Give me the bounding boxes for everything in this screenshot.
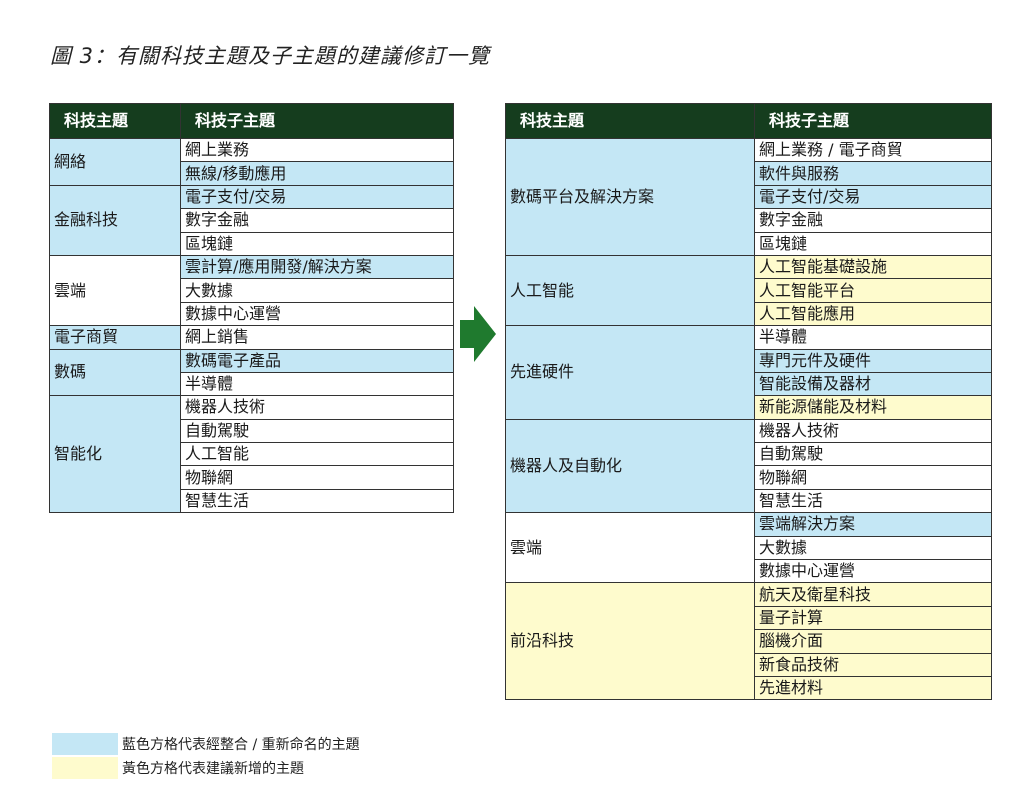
subtheme-cell: 區塊鏈 xyxy=(754,231,992,256)
subtheme-cell: 物聯網 xyxy=(754,465,992,490)
theme-cell: 電子商貿 xyxy=(49,325,181,350)
table-row: 網絡 網上業務 xyxy=(49,137,454,186)
subtheme-cell: 智慧生活 xyxy=(180,488,454,514)
header-subtheme: 科技子主題 xyxy=(754,103,992,139)
subtheme-cell: 數字金融 xyxy=(180,208,454,233)
legend-swatch-yellow xyxy=(52,757,118,779)
subtheme-cell: 軟件與服務 xyxy=(754,161,992,186)
header-subtheme: 科技子主題 xyxy=(180,103,454,139)
theme-cell: 前沿科技 xyxy=(505,582,755,701)
subtheme-cell: 先進材料 xyxy=(754,675,992,701)
table-row: 數碼 數碼電子產品 xyxy=(49,348,454,397)
theme-cell: 先進硬件 xyxy=(505,325,755,420)
subtheme-cell: 新食品技術 xyxy=(754,652,992,677)
table-row: 人工智能 人工智能基礎設施 xyxy=(505,254,992,327)
subtheme-cell: 大數據 xyxy=(180,278,454,303)
theme-cell: 數碼平台及解決方案 xyxy=(505,138,755,256)
current-topics-table: 科技主題 科技子主題 網絡 網上業務 無線/移動應用 金融科技 電子支付/交易 數字金融區… xyxy=(49,103,454,514)
subtheme-cell: 數據中心運營 xyxy=(754,559,992,584)
subtheme-cell: 雲計算/應用開發/解決方案 xyxy=(180,254,454,280)
table-header-row: 科技主題 科技子主題 xyxy=(505,103,992,139)
subtheme-cell: 電子支付/交易 xyxy=(754,184,992,210)
theme-cell: 人工智能 xyxy=(505,254,755,327)
subtheme-cell: 數碼電子產品 xyxy=(180,348,454,373)
subtheme-cell: 智能設備及器材 xyxy=(754,371,992,397)
figure-title: 圖 3：有關科技主題及子主題的建議修訂一覽 xyxy=(50,44,491,68)
table-row: 機器人及自動化 機器人技術 xyxy=(505,418,992,514)
subtheme-cell: 航天及衛星科技 xyxy=(754,582,992,607)
subtheme-cell: 網上業務 xyxy=(180,137,454,163)
header-theme: 科技主題 xyxy=(49,103,181,139)
legend-text: 黃色方格代表建議新增的主題 xyxy=(122,761,304,777)
subtheme-cell: 人工智能應用 xyxy=(754,301,992,327)
table-row: 數碼平台及解決方案 網上業務 / 電子商貿 xyxy=(505,137,992,256)
theme-cell: 機器人及自動化 xyxy=(505,418,755,514)
subtheme-cell: 區塊鏈 xyxy=(180,231,454,256)
subtheme-cell: 半導體 xyxy=(180,371,454,397)
theme-cell: 智能化 xyxy=(49,395,181,514)
theme-cell: 金融科技 xyxy=(49,184,181,256)
subtheme-cell: 半導體 xyxy=(754,325,992,350)
theme-cell: 雲端 xyxy=(505,512,755,584)
subtheme-cell: 人工智能基礎設施 xyxy=(754,254,992,280)
header-theme: 科技主題 xyxy=(505,103,755,139)
theme-cell: 數碼 xyxy=(49,348,181,397)
subtheme-cell: 數字金融 xyxy=(754,208,992,233)
subtheme-cell: 量子計算 xyxy=(754,605,992,631)
subtheme-cell: 機器人技術 xyxy=(754,418,992,444)
table-row: 智能化 機器人技術 xyxy=(49,395,454,514)
legend: 藍色方格代表經整合 / 重新命名的主題 黃色方格代表建議新增的主題 xyxy=(52,733,360,781)
subtheme-cell: 自動駕駛 xyxy=(754,442,992,467)
theme-cell: 雲端 xyxy=(49,254,181,327)
subtheme-cell: 智慧生活 xyxy=(754,488,992,514)
legend-item-blue: 藍色方格代表經整合 / 重新命名的主題 xyxy=(52,733,360,755)
subtheme-cell: 腦機介面 xyxy=(754,629,992,654)
legend-text: 藍色方格代表經整合 / 重新命名的主題 xyxy=(122,737,360,753)
arrow-right-icon xyxy=(460,306,496,362)
theme-cell: 網絡 xyxy=(49,138,181,186)
subtheme-cell: 網上業務 / 電子商貿 xyxy=(754,137,992,163)
subtheme-cell: 新能源儲能及材料 xyxy=(754,395,992,420)
table-row: 先進硬件 半導體 xyxy=(505,325,992,420)
subtheme-cell: 雲端解決方案 xyxy=(754,512,992,537)
subtheme-cell: 數據中心運營 xyxy=(180,301,454,327)
subtheme-cell: 無線/移動應用 xyxy=(180,161,454,186)
table-row: 雲端 雲端解決方案 xyxy=(505,512,992,584)
table-row: 電子商貿 網上銷售 xyxy=(49,325,454,350)
table-row: 雲端 雲計算/應用開發/解決方案 xyxy=(49,254,454,327)
legend-item-yellow: 黃色方格代表建議新增的主題 xyxy=(52,757,360,779)
legend-swatch-blue xyxy=(52,733,118,755)
revised-topics-table: 科技主題 科技子主題 數碼平台及解決方案 網上業務 / 電子商貿 軟件與服務 電子支付… xyxy=(505,103,992,701)
table-header-row: 科技主題 科技子主題 xyxy=(49,103,454,139)
subtheme-cell: 物聯網 xyxy=(180,465,454,490)
subtheme-cell: 人工智能平台 xyxy=(754,278,992,303)
subtheme-cell: 大數據 xyxy=(754,535,992,561)
subtheme-cell: 專門元件及硬件 xyxy=(754,348,992,373)
subtheme-cell: 電子支付/交易 xyxy=(180,184,454,210)
table-row: 前沿科技 航天及衛星科技 xyxy=(505,582,992,701)
subtheme-cell: 機器人技術 xyxy=(180,395,454,420)
subtheme-cell: 網上銷售 xyxy=(180,325,454,350)
subtheme-cell: 人工智能 xyxy=(180,442,454,467)
table-row: 金融科技 電子支付/交易 xyxy=(49,184,454,256)
subtheme-cell: 自動駕駛 xyxy=(180,418,454,444)
